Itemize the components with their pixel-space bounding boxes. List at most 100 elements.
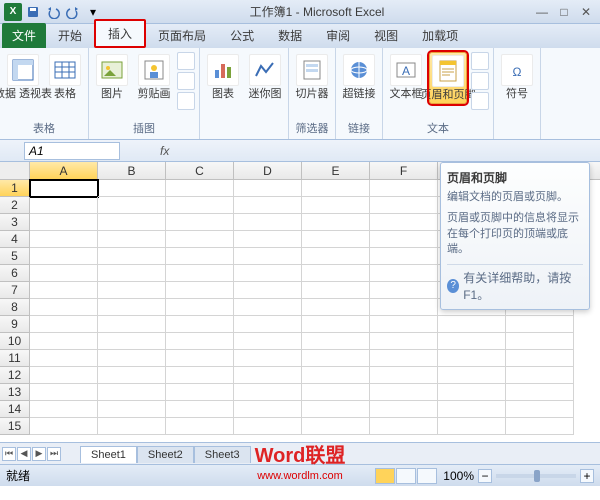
- cell[interactable]: [30, 418, 98, 435]
- cell[interactable]: [98, 350, 166, 367]
- cell[interactable]: [98, 333, 166, 350]
- zoom-in-button[interactable]: +: [580, 469, 594, 483]
- cell[interactable]: [98, 197, 166, 214]
- cell[interactable]: [234, 401, 302, 418]
- zoom-slider[interactable]: [496, 474, 576, 478]
- cell[interactable]: [234, 180, 302, 197]
- pivot-table-button[interactable]: 数据 透视表: [4, 52, 42, 102]
- view-normal-button[interactable]: [375, 468, 395, 484]
- formula-input[interactable]: [175, 142, 594, 160]
- cell[interactable]: [302, 299, 370, 316]
- undo-icon[interactable]: [44, 3, 62, 21]
- cell[interactable]: [30, 333, 98, 350]
- text-extras[interactable]: [471, 52, 489, 110]
- row-header[interactable]: 4: [0, 231, 30, 248]
- cell[interactable]: [506, 401, 574, 418]
- cell[interactable]: [302, 231, 370, 248]
- cell[interactable]: [30, 214, 98, 231]
- row-header[interactable]: 11: [0, 350, 30, 367]
- cell[interactable]: [438, 316, 506, 333]
- tab-file[interactable]: 文件: [2, 23, 46, 48]
- cell[interactable]: [30, 197, 98, 214]
- save-icon[interactable]: [24, 3, 42, 21]
- hyperlink-button[interactable]: 超链接: [340, 52, 378, 102]
- cell[interactable]: [234, 231, 302, 248]
- view-pagebreak-button[interactable]: [417, 468, 437, 484]
- shapes-menu[interactable]: [177, 52, 195, 110]
- cell[interactable]: [370, 333, 438, 350]
- cell[interactable]: [370, 367, 438, 384]
- cell[interactable]: [166, 180, 234, 197]
- cell[interactable]: [302, 418, 370, 435]
- cell[interactable]: [30, 316, 98, 333]
- row-header[interactable]: 14: [0, 401, 30, 418]
- table-button[interactable]: 表格: [46, 52, 84, 102]
- cell[interactable]: [234, 350, 302, 367]
- cell[interactable]: [166, 350, 234, 367]
- row-header[interactable]: 3: [0, 214, 30, 231]
- cell[interactable]: [506, 316, 574, 333]
- cell[interactable]: [370, 214, 438, 231]
- col-header-a[interactable]: A: [30, 162, 98, 179]
- cell[interactable]: [30, 248, 98, 265]
- cell[interactable]: [370, 384, 438, 401]
- cell[interactable]: [234, 316, 302, 333]
- cell[interactable]: [438, 418, 506, 435]
- cell[interactable]: [166, 265, 234, 282]
- cell[interactable]: [370, 316, 438, 333]
- select-all-corner[interactable]: [0, 162, 30, 179]
- cell[interactable]: [370, 231, 438, 248]
- header-footer-button[interactable]: 页眉和页脚: [429, 52, 467, 104]
- cell[interactable]: [166, 214, 234, 231]
- cell[interactable]: [234, 384, 302, 401]
- redo-icon[interactable]: [64, 3, 82, 21]
- cell[interactable]: [98, 418, 166, 435]
- symbol-button[interactable]: Ω 符号: [498, 52, 536, 102]
- cell[interactable]: [98, 299, 166, 316]
- row-header[interactable]: 9: [0, 316, 30, 333]
- cell[interactable]: [98, 180, 166, 197]
- cell[interactable]: [302, 197, 370, 214]
- tab-page-layout[interactable]: 页面布局: [146, 23, 218, 48]
- cell[interactable]: [166, 282, 234, 299]
- cell[interactable]: [234, 197, 302, 214]
- cell[interactable]: [30, 180, 98, 197]
- cell[interactable]: [166, 248, 234, 265]
- cell[interactable]: [370, 401, 438, 418]
- cell[interactable]: [302, 265, 370, 282]
- row-header[interactable]: 12: [0, 367, 30, 384]
- slicer-button[interactable]: 切片器: [293, 52, 331, 102]
- cell[interactable]: [370, 180, 438, 197]
- cell[interactable]: [166, 401, 234, 418]
- cell[interactable]: [234, 299, 302, 316]
- cell[interactable]: [166, 367, 234, 384]
- sheet-tab-3[interactable]: Sheet3: [194, 446, 251, 463]
- cell[interactable]: [234, 418, 302, 435]
- row-header[interactable]: 2: [0, 197, 30, 214]
- cell[interactable]: [166, 197, 234, 214]
- cell[interactable]: [98, 248, 166, 265]
- clipart-button[interactable]: 剪贴画: [135, 52, 173, 102]
- cell[interactable]: [234, 367, 302, 384]
- cell[interactable]: [98, 401, 166, 418]
- cell[interactable]: [302, 350, 370, 367]
- sheet-nav-last[interactable]: ⏭: [47, 447, 61, 461]
- cell[interactable]: [166, 384, 234, 401]
- cell[interactable]: [438, 384, 506, 401]
- col-header-e[interactable]: E: [302, 162, 370, 179]
- cell[interactable]: [30, 231, 98, 248]
- textbox-button[interactable]: A 文本框: [387, 52, 425, 102]
- minimize-button[interactable]: —: [532, 4, 552, 20]
- sheet-tab-1[interactable]: Sheet1: [80, 446, 137, 463]
- cell[interactable]: [302, 180, 370, 197]
- name-box[interactable]: A1: [24, 142, 120, 160]
- cell[interactable]: [370, 265, 438, 282]
- maximize-button[interactable]: □: [554, 4, 574, 20]
- cell[interactable]: [370, 350, 438, 367]
- row-header[interactable]: 1: [0, 180, 30, 197]
- cell[interactable]: [370, 197, 438, 214]
- cell[interactable]: [234, 282, 302, 299]
- view-layout-button[interactable]: [396, 468, 416, 484]
- zoom-out-button[interactable]: −: [478, 469, 492, 483]
- cell[interactable]: [166, 333, 234, 350]
